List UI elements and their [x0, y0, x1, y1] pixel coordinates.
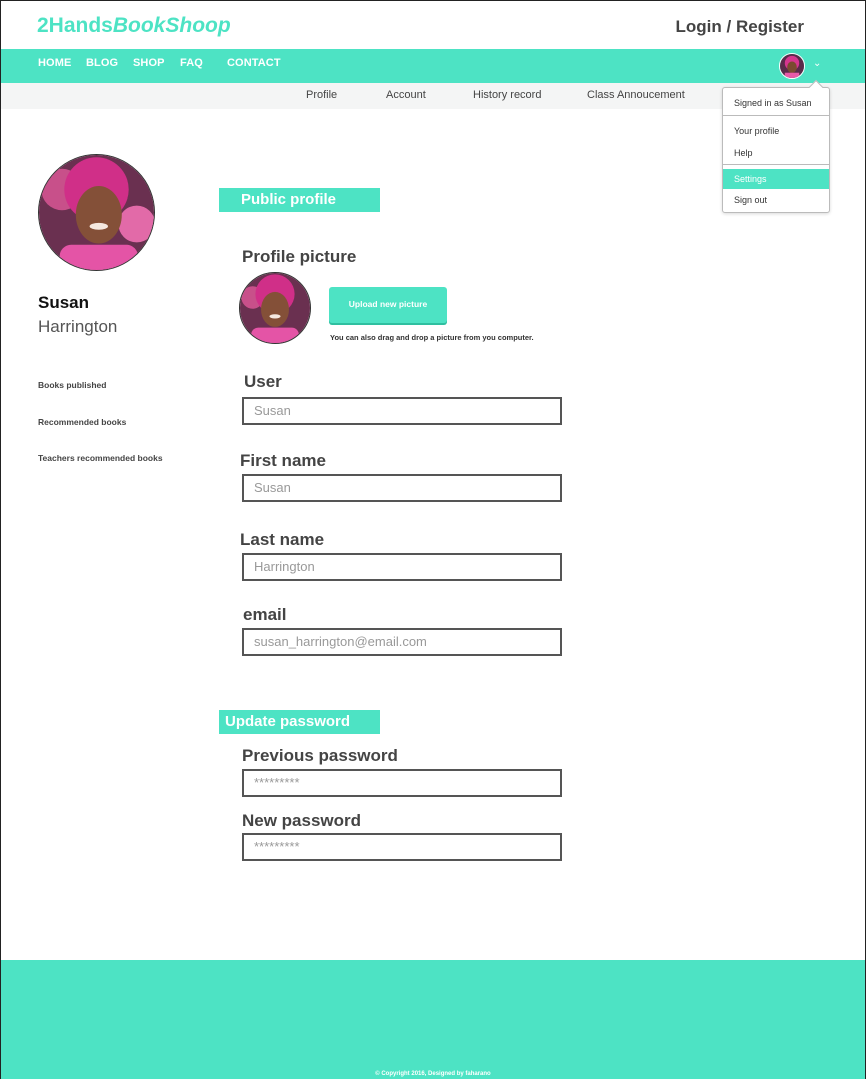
main-nav: HOME BLOG SHOP FAQ CONTACT ⌄	[1, 49, 865, 83]
nav-shop[interactable]: SHOP	[133, 57, 165, 69]
sidebar-item-teachers-recommended[interactable]: Teachers recommended books	[38, 453, 163, 463]
new-password-field[interactable]: *********	[242, 833, 562, 861]
upload-picture-button[interactable]: Upload new picture	[329, 287, 447, 323]
first-name-label: First name	[240, 451, 326, 470]
nav-blog[interactable]: BLOG	[86, 57, 118, 69]
last-name-field[interactable]: Harrington	[242, 553, 562, 581]
dropdown-divider	[723, 115, 829, 116]
dropdown-divider	[723, 164, 829, 165]
update-password-heading: Update password	[219, 710, 380, 734]
chevron-down-icon[interactable]: ⌄	[813, 58, 821, 69]
drag-drop-note: You can also drag and drop a picture fro…	[330, 333, 534, 342]
profile-avatar-large	[38, 154, 155, 271]
avatar-photo	[780, 54, 804, 78]
login-register-link[interactable]: Login / Register	[676, 17, 804, 37]
menu-settings[interactable]: Settings	[723, 169, 829, 189]
nav-home[interactable]: HOME	[38, 57, 71, 69]
copyright-text: © Copyright 2016, Designed by faharano	[375, 1071, 491, 1077]
previous-password-label: Previous password	[242, 746, 398, 765]
nav-faq[interactable]: FAQ	[180, 57, 203, 69]
sidebar-item-recommended-books[interactable]: Recommended books	[38, 417, 126, 427]
public-profile-heading: Public profile	[219, 188, 380, 212]
brand-part1: 2Hands	[37, 14, 113, 37]
menu-sign-out[interactable]: Sign out	[723, 195, 829, 205]
profile-picture-label: Profile picture	[242, 247, 357, 266]
sidebar-item-books-published[interactable]: Books published	[38, 380, 106, 390]
avatar-photo	[39, 155, 154, 270]
nav-contact[interactable]: CONTACT	[227, 57, 281, 69]
email-field[interactable]: susan_harrington@email.com	[242, 628, 562, 656]
profile-last-name: Harrington	[38, 317, 118, 336]
menu-help[interactable]: Help	[723, 148, 829, 158]
new-password-label: New password	[242, 811, 362, 830]
previous-password-field[interactable]: *********	[242, 769, 562, 797]
profile-picture-preview	[239, 272, 311, 344]
signed-in-label: Signed in as Susan	[734, 98, 812, 108]
tab-account[interactable]: Account	[386, 89, 426, 101]
menu-your-profile[interactable]: Your profile	[723, 126, 829, 136]
tab-history-record[interactable]: History record	[473, 89, 541, 101]
avatar-photo	[240, 273, 310, 343]
tab-profile[interactable]: Profile	[306, 89, 337, 101]
user-avatar-button[interactable]	[779, 53, 805, 79]
user-field[interactable]: Susan	[242, 397, 562, 425]
tab-class-announcement[interactable]: Class Annoucement	[587, 89, 685, 101]
brand-logo[interactable]: 2HandsBookShoop	[37, 14, 231, 38]
footer: © Copyright 2016, Designed by faharano	[1, 960, 865, 1079]
profile-first-name: Susan	[38, 293, 90, 312]
first-name-field[interactable]: Susan	[242, 474, 562, 502]
user-label: User	[244, 372, 282, 391]
brand-part2: BookShoop	[112, 14, 231, 37]
user-dropdown-menu: Signed in as Susan Your profile Help Set…	[722, 79, 830, 213]
last-name-label: Last name	[240, 530, 325, 549]
email-label: email	[243, 605, 287, 624]
